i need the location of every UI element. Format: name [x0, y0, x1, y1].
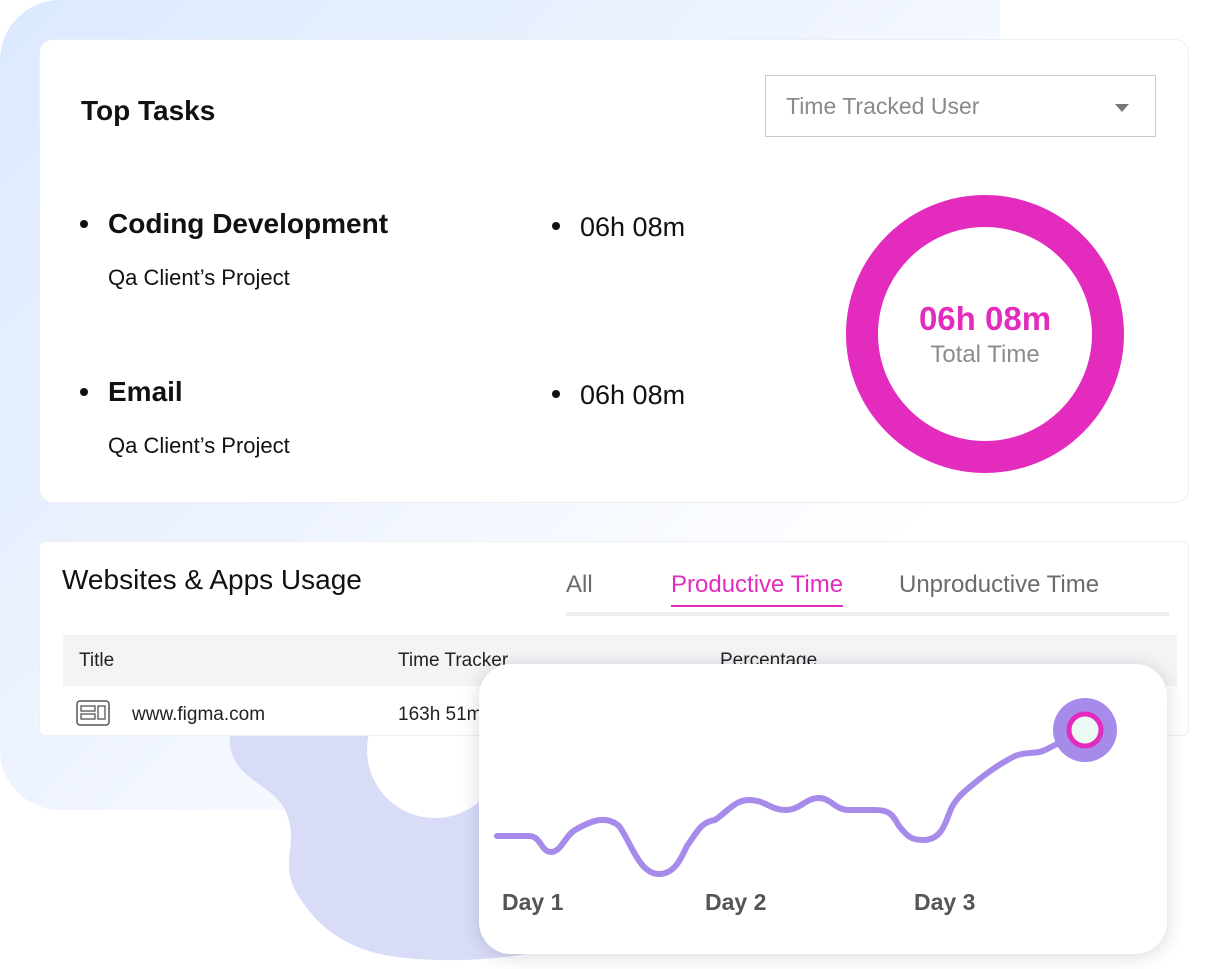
- tab-all[interactable]: All: [566, 571, 593, 599]
- day-label-2: Day 2: [705, 889, 767, 915]
- day-label-1: Day 1: [502, 889, 564, 915]
- dropdown-selected-value: Time Tracked User: [786, 92, 980, 119]
- task-project: Qa Client’s Project: [108, 433, 290, 458]
- website-icon: [76, 700, 110, 726]
- task-name: Email: [108, 376, 183, 407]
- bullet-icon: [80, 388, 88, 396]
- tab-productive-time[interactable]: Productive Time: [671, 571, 844, 607]
- caret-down-icon: [1115, 104, 1129, 112]
- row-time: 163h 51m: [398, 704, 483, 725]
- total-time-label: Total Time: [930, 341, 1040, 368]
- task-project: Qa Client’s Project: [108, 265, 290, 290]
- usage-tabs: All Productive Time Unproductive Time: [566, 568, 1169, 616]
- total-time-donut: 06h 08m Total Time: [846, 195, 1124, 473]
- top-tasks-title: Top Tasks: [81, 95, 216, 126]
- task-time: 06h 08m: [580, 380, 686, 410]
- bullet-icon: [552, 390, 560, 398]
- bullet-icon: [80, 220, 88, 228]
- day-label-3: Day 3: [914, 889, 976, 915]
- column-header-title[interactable]: Title: [79, 650, 114, 672]
- tab-unproductive-time[interactable]: Unproductive Time: [899, 571, 1099, 599]
- task-time: 06h 08m: [580, 212, 686, 242]
- row-title[interactable]: www.figma.com: [132, 704, 265, 726]
- apps-usage-title: Websites & Apps Usage: [62, 564, 362, 595]
- time-tracked-user-dropdown[interactable]: Time Tracked User: [765, 75, 1156, 137]
- trend-line: [494, 727, 1088, 877]
- top-tasks-card: Top Tasks Time Tracked User Coding Devel…: [39, 39, 1189, 503]
- bullet-icon: [552, 222, 560, 230]
- activity-trend-chart: [494, 698, 1117, 877]
- activity-trend-card: Day 1 Day 2 Day 3: [479, 664, 1167, 954]
- task-name: Coding Development: [108, 208, 389, 239]
- trend-marker[interactable]: [1066, 711, 1104, 749]
- total-time-value: 06h 08m: [918, 300, 1052, 337]
